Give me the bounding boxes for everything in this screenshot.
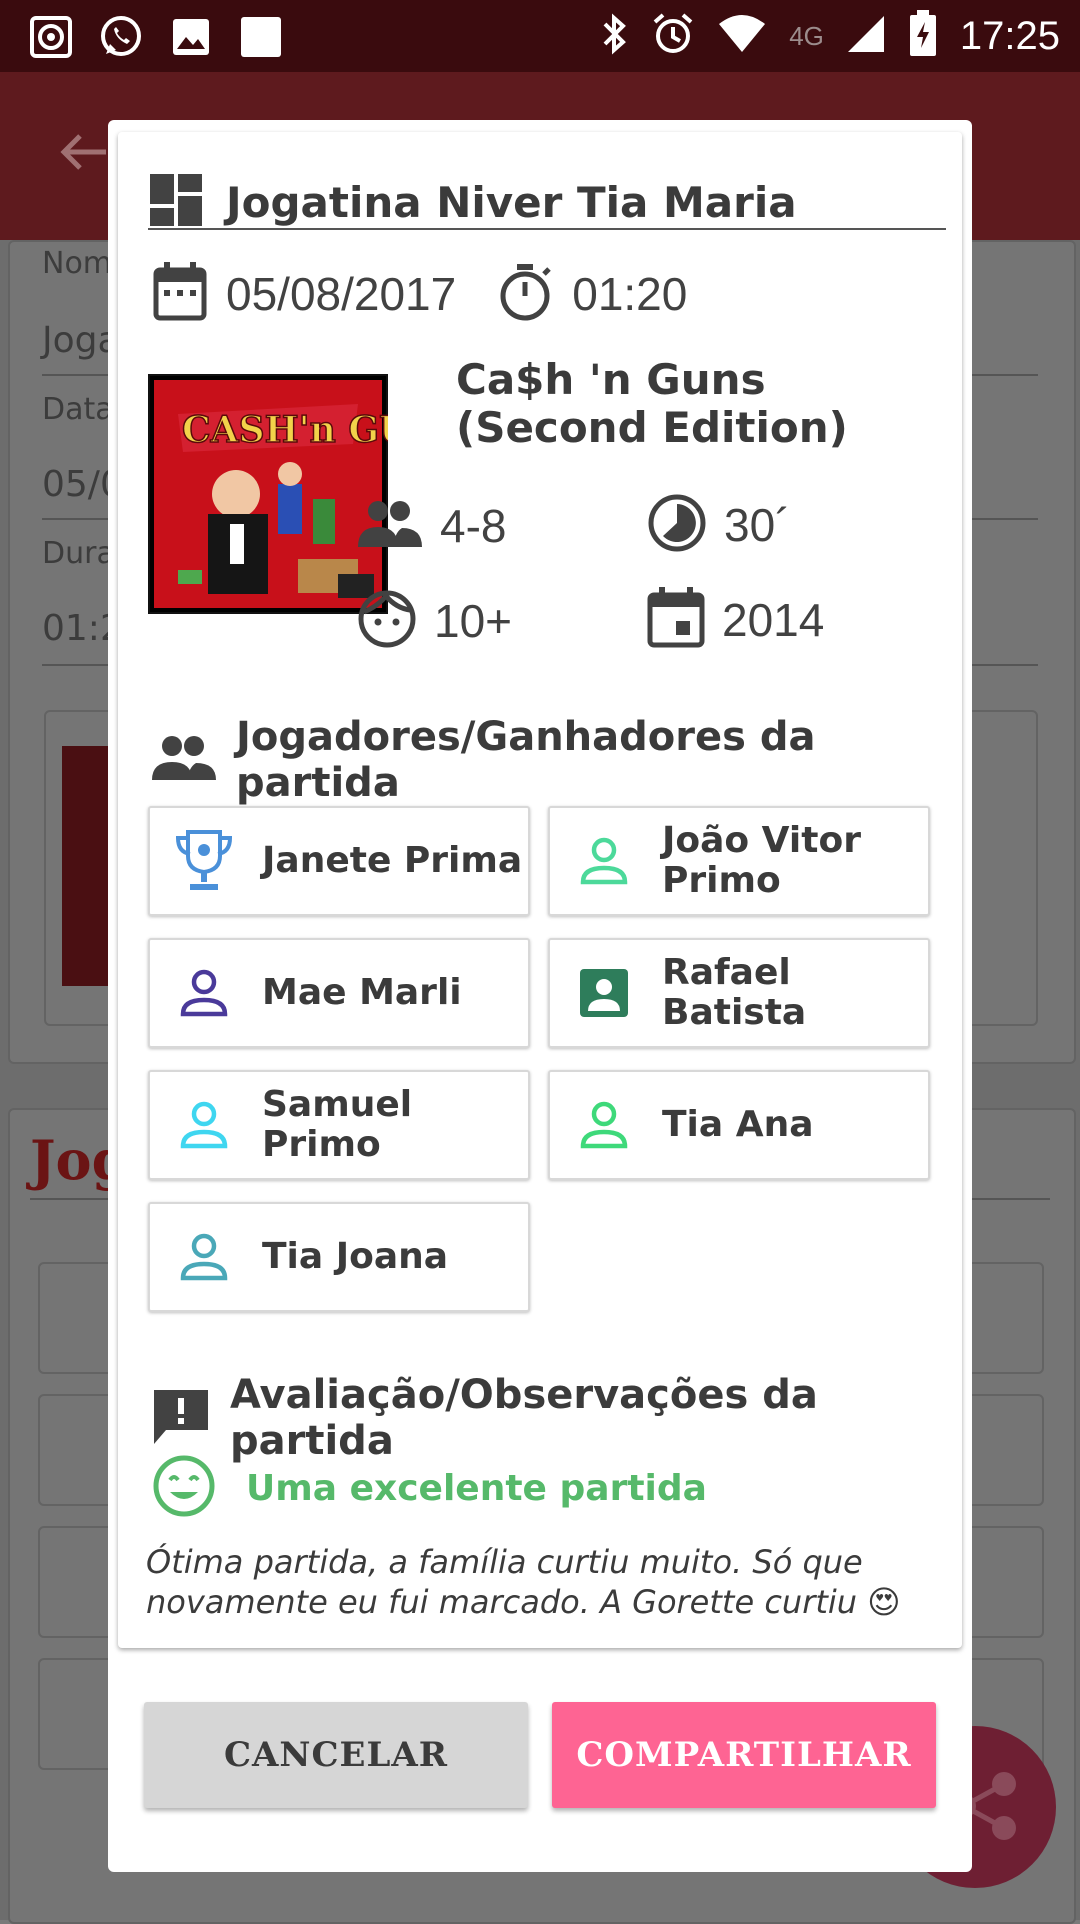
game-playtime: 30´: [724, 499, 791, 551]
observation-text: Ótima partida, a família curtiu muito. S…: [146, 1543, 901, 1621]
back-arrow-icon[interactable]: [58, 132, 108, 176]
person-outline-icon: [174, 963, 234, 1023]
session-card: Jogatina Niver Tia Maria 05/08/2017 01:2…: [118, 132, 962, 1648]
notification-square-icon: [238, 14, 284, 60]
player-card[interactable]: Rafael Batista: [548, 938, 930, 1048]
child-face-icon: [356, 588, 418, 654]
player-card[interactable]: João Vitor Primo: [548, 806, 930, 916]
network-type: 4G: [789, 20, 824, 51]
bg-label: Nom: [42, 246, 113, 281]
player-card[interactable]: Mae Marli: [148, 938, 530, 1048]
media-player-icon: [28, 14, 74, 60]
players-section-title: Jogadores/Ganhadores da partida: [236, 714, 816, 806]
status-bar: 4G 17:25: [0, 0, 1080, 72]
rating-text: Uma excelente partida: [246, 1467, 707, 1509]
player-name: Tia Joana: [262, 1236, 449, 1277]
player-card[interactable]: Janete Prima: [148, 806, 530, 916]
group-icon: [148, 734, 218, 786]
player-name: Samuel Primo: [262, 1084, 413, 1165]
signal-icon: [846, 14, 886, 58]
alarm-icon: [651, 12, 695, 60]
contact-card-icon: [574, 963, 634, 1023]
session-date: 05/08/2017: [226, 268, 457, 320]
person-outline-icon: [174, 1095, 234, 1155]
cover-title-text: CASH'n GUNS: [182, 409, 388, 451]
clock: 17:25: [959, 13, 1060, 58]
wifi-icon: [717, 14, 767, 58]
review-section-title: Avaliação/Observações da partida: [230, 1372, 818, 1464]
player-name: Tia Ana: [662, 1104, 814, 1145]
dashboard-icon: [148, 172, 204, 232]
person-outline-icon: [574, 831, 634, 891]
player-name: Mae Marli: [262, 972, 462, 1013]
person-outline-icon: [574, 1095, 634, 1155]
session-title: Jogatina Niver Tia Maria: [226, 177, 797, 227]
player-name: Janete Prima: [262, 840, 523, 881]
time-pie-icon: [646, 492, 708, 558]
bluetooth-icon: [599, 12, 629, 60]
people-icon: [356, 499, 424, 553]
game-cover-image[interactable]: CASH'n GUNS: [148, 374, 388, 614]
player-card[interactable]: Tia Ana: [548, 1070, 930, 1180]
game-name: Ca$h 'n Guns (Second Edition): [456, 355, 848, 452]
game-players: 4-8: [440, 500, 507, 552]
calendar-icon: [152, 262, 208, 326]
cancel-button[interactable]: CANCELAR: [144, 1702, 528, 1808]
feedback-icon: [150, 1386, 212, 1450]
event-calendar-icon: [646, 587, 706, 653]
share-button[interactable]: COMPARTILHAR: [552, 1702, 936, 1808]
image-icon: [168, 14, 214, 60]
person-outline-icon: [174, 1227, 234, 1287]
trophy-icon: [174, 830, 234, 891]
stopwatch-icon: [496, 262, 554, 326]
player-card[interactable]: Samuel Primo: [148, 1070, 530, 1180]
player-name: Rafael Batista: [662, 952, 807, 1033]
player-name: João Vitor Primo: [662, 820, 861, 901]
whatsapp-icon: [98, 14, 144, 60]
session-duration: 01:20: [572, 268, 688, 320]
game-year: 2014: [722, 594, 825, 646]
bg-label: Data: [42, 392, 114, 427]
player-card[interactable]: Tia Joana: [148, 1202, 530, 1312]
title-divider: [148, 228, 946, 230]
game-age: 10+: [434, 595, 513, 647]
smiley-face-icon: [152, 1454, 216, 1522]
bg-label: Dura: [42, 536, 115, 571]
battery-charging-icon: [908, 10, 938, 62]
session-dialog: Jogatina Niver Tia Maria 05/08/2017 01:2…: [108, 120, 972, 1872]
